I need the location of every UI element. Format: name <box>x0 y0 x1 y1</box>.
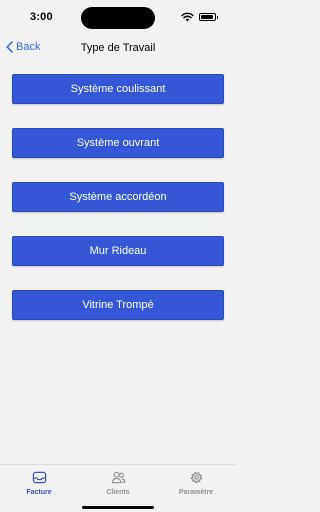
status-bar: 3:00 <box>0 0 236 34</box>
back-label: Back <box>16 41 41 53</box>
option-mur-rideau-button[interactable]: Mur Rideau <box>12 236 224 266</box>
tab-label-parametre: Paramètre <box>178 489 214 496</box>
work-type-list: Système coulissant Système ouvrant Systè… <box>12 74 224 344</box>
status-icons <box>181 12 218 22</box>
dynamic-island <box>81 7 155 29</box>
inbox-icon <box>32 471 46 484</box>
back-button[interactable]: Back <box>6 41 40 53</box>
option-systeme-ouvrant-button[interactable]: Système ouvrant <box>12 128 224 158</box>
home-indicator <box>82 506 154 509</box>
option-systeme-coulissant-button[interactable]: Système coulissant <box>12 74 224 104</box>
battery-fill <box>201 15 214 19</box>
screen: 3:00 Back Type de Travail Système coulis… <box>0 0 236 512</box>
tab-bar: Facture Clients Paramètre <box>0 464 236 512</box>
tab-parametre[interactable]: Paramètre <box>157 470 235 496</box>
tab-facture[interactable]: Facture <box>0 470 78 496</box>
option-vitrine-trompe-button[interactable]: Vitrine Trompé <box>12 290 224 320</box>
chevron-left-icon <box>6 41 13 53</box>
gear-icon <box>190 471 202 484</box>
tab-label-clients: Clients <box>106 489 130 496</box>
status-time: 3:00 <box>30 11 53 23</box>
nav-bar: Back Type de Travail <box>0 34 236 62</box>
wifi-icon <box>181 12 194 22</box>
battery-icon <box>199 13 218 21</box>
people-icon <box>111 471 125 484</box>
tab-label-facture: Facture <box>26 489 52 496</box>
option-systeme-accordeon-button[interactable]: Système accordéon <box>12 182 224 212</box>
tab-clients[interactable]: Clients <box>79 470 157 496</box>
